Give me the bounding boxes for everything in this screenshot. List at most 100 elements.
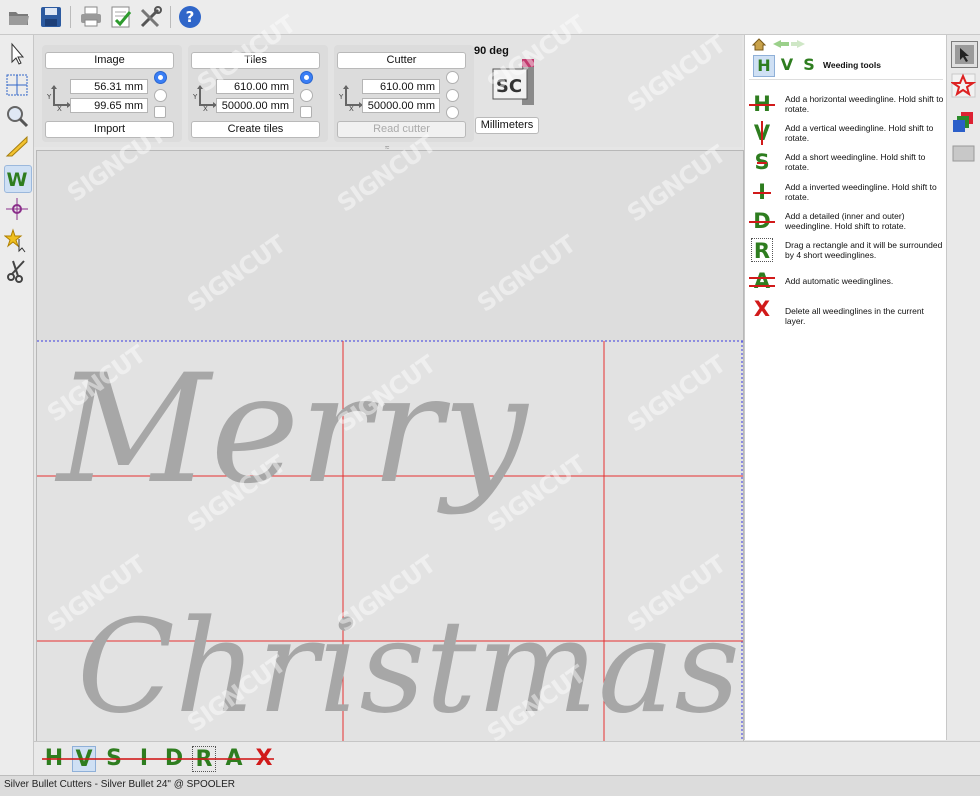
svg-text:Y: Y bbox=[46, 93, 52, 101]
weed-item-short[interactable]: S Add a short weedingline. Hold shift to… bbox=[749, 150, 943, 176]
weeding-icon[interactable]: W bbox=[4, 165, 32, 193]
svg-text:W: W bbox=[7, 169, 28, 191]
axes-icon: YX bbox=[192, 85, 217, 111]
weed-item-vertical[interactable]: V Add a vertical weedingline. Hold shift… bbox=[749, 121, 943, 147]
cutter-group: Cutter YX 610.00 mm 50000.00 mm Read cut… bbox=[334, 45, 474, 142]
home-icon bbox=[751, 38, 767, 51]
import-button[interactable]: Import bbox=[45, 121, 174, 138]
svg-text:X: X bbox=[203, 105, 208, 111]
weeding-bottom-toolbar: H V S I D R A X bbox=[34, 741, 980, 776]
image-width-field[interactable]: 56.31 mm bbox=[70, 79, 148, 94]
weed-item-text: Add a detailed (inner and outer) weeding… bbox=[785, 211, 906, 231]
read-cutter-button[interactable]: Read cutter bbox=[337, 121, 466, 138]
tiles-checkbox[interactable] bbox=[300, 106, 312, 118]
open-folder-icon[interactable] bbox=[6, 4, 32, 30]
svg-text:Y: Y bbox=[338, 93, 344, 101]
image-group: Image YX 56.31 mm 99.65 mm Import bbox=[42, 45, 182, 142]
tiles-button[interactable]: Tiles bbox=[191, 52, 320, 69]
help-icon[interactable]: ? bbox=[177, 4, 203, 30]
axes-icon: YX bbox=[338, 85, 363, 111]
weeding-tools-panel: H V S Weeding tools H Add a horizontal w… bbox=[744, 35, 947, 740]
weed-item-automatic[interactable]: A Add automatic weedinglines. bbox=[749, 269, 943, 295]
weed-item-delete[interactable]: X Delete all weedinglines in the current… bbox=[749, 297, 943, 326]
weed-a-icon: A bbox=[753, 269, 771, 293]
design-text-christmas: Christmas bbox=[77, 593, 740, 742]
weed-item-text: Add a vertical weedingline. Hold shift t… bbox=[785, 123, 934, 143]
svg-text:Y: Y bbox=[192, 93, 198, 101]
cutter-button[interactable]: Cutter bbox=[337, 52, 466, 69]
weed-line-mark bbox=[761, 121, 763, 145]
tile-height-field[interactable]: 50000.00 mm bbox=[216, 98, 294, 113]
star-shape-icon[interactable] bbox=[949, 73, 977, 98]
image-radio-1[interactable] bbox=[154, 71, 167, 84]
main-toolbar: ? bbox=[0, 0, 980, 35]
checklist-icon[interactable] bbox=[108, 4, 134, 30]
cutter-width-field[interactable]: 610.00 mm bbox=[362, 79, 440, 94]
tiles-group: Tiles YX 610.00 mm 50000.00 mm Create ti… bbox=[188, 45, 328, 142]
tools-icon[interactable] bbox=[138, 4, 164, 30]
design-text-merry: Merry bbox=[54, 343, 530, 517]
back-arrow-icon bbox=[773, 40, 781, 48]
zoom-icon[interactable] bbox=[4, 103, 30, 129]
weed-item-text: Add a inverted weedingline. Hold shift t… bbox=[785, 182, 937, 202]
header-tool-h[interactable]: H bbox=[753, 55, 775, 77]
select-arrow-icon[interactable] bbox=[4, 41, 30, 67]
weed-item-rectangle[interactable]: R Drag a rectangle and it will be surrou… bbox=[749, 238, 943, 266]
bottom-weed-line-mark bbox=[42, 758, 274, 760]
image-height-field[interactable]: 99.65 mm bbox=[70, 98, 148, 113]
signcut-logo[interactable]: SC bbox=[489, 57, 541, 107]
weed-line-mark bbox=[749, 104, 775, 106]
crosshair-icon[interactable] bbox=[4, 196, 30, 222]
axes-icon: YX bbox=[46, 85, 71, 111]
image-checkbox[interactable] bbox=[154, 106, 166, 118]
image-button[interactable]: Image bbox=[45, 52, 174, 69]
status-bar: Silver Bullet Cutters - Silver Bullet 24… bbox=[0, 775, 980, 796]
weed-item-text: Delete all weedinglines in the current l… bbox=[785, 306, 924, 326]
toolbar-separator bbox=[70, 6, 71, 28]
print-icon[interactable] bbox=[78, 4, 104, 30]
tiles-radio-2[interactable] bbox=[300, 89, 313, 102]
weed-item-horizontal[interactable]: H Add a horizontal weedingline. Hold shi… bbox=[749, 92, 943, 118]
design-canvas[interactable]: Merry Christmas bbox=[36, 150, 744, 743]
cutter-radio-1[interactable] bbox=[446, 71, 459, 84]
ruler-icon[interactable] bbox=[4, 134, 30, 160]
select-mode-icon[interactable] bbox=[951, 41, 978, 68]
cutter-height-field[interactable]: 50000.00 mm bbox=[362, 98, 440, 113]
panel-nav bbox=[751, 37, 811, 51]
property-bar: Image YX 56.31 mm 99.65 mm Import Tiles … bbox=[34, 35, 742, 152]
header-tool-v[interactable]: V bbox=[779, 55, 795, 75]
weed-item-text: Add a horizontal weedingline. Hold shift… bbox=[785, 94, 944, 114]
cutter-radio-2[interactable] bbox=[446, 89, 459, 102]
panel-header: H V S Weeding tools bbox=[749, 53, 943, 80]
weed-item-inverted[interactable]: I Add a inverted weedingline. Hold shift… bbox=[749, 180, 943, 206]
weed-line-mark bbox=[749, 277, 775, 279]
weed-line-mark bbox=[753, 192, 771, 194]
panel-title: Weeding tools bbox=[823, 60, 881, 70]
weed-line-mark bbox=[757, 162, 767, 164]
tiles-radio-1[interactable] bbox=[300, 71, 313, 84]
tile-width-field[interactable]: 610.00 mm bbox=[216, 79, 294, 94]
weed-x-icon: X bbox=[753, 297, 771, 321]
units-button[interactable]: Millimeters bbox=[475, 117, 539, 134]
weed-r-icon: R bbox=[751, 238, 773, 263]
weed-line-mark bbox=[749, 221, 775, 223]
grid-select-icon[interactable] bbox=[4, 72, 30, 98]
svg-text:X: X bbox=[57, 105, 62, 111]
header-tool-s[interactable]: S bbox=[801, 55, 817, 75]
scissors-icon[interactable] bbox=[4, 258, 30, 284]
svg-text:?: ? bbox=[186, 8, 195, 26]
layers-icon[interactable] bbox=[951, 109, 976, 134]
create-tiles-button[interactable]: Create tiles bbox=[191, 121, 320, 138]
save-icon[interactable] bbox=[38, 4, 64, 30]
image-radio-2[interactable] bbox=[154, 89, 167, 102]
weed-item-text: Drag a rectangle and it will be surround… bbox=[785, 240, 943, 260]
weed-item-text: Add a short weedingline. Hold shift to r… bbox=[785, 152, 926, 172]
weed-item-text: Add automatic weedinglines. bbox=[785, 276, 894, 286]
weed-item-detailed[interactable]: D Add a detailed (inner and outer) weedi… bbox=[749, 209, 943, 237]
weed-line-mark bbox=[749, 285, 775, 287]
cutter-radio-3[interactable] bbox=[446, 106, 459, 119]
star-select-icon[interactable] bbox=[3, 227, 30, 253]
status-text: Silver Bullet Cutters - Silver Bullet 24… bbox=[4, 779, 236, 790]
material-icon[interactable] bbox=[951, 141, 976, 166]
svg-text:X: X bbox=[349, 105, 354, 111]
